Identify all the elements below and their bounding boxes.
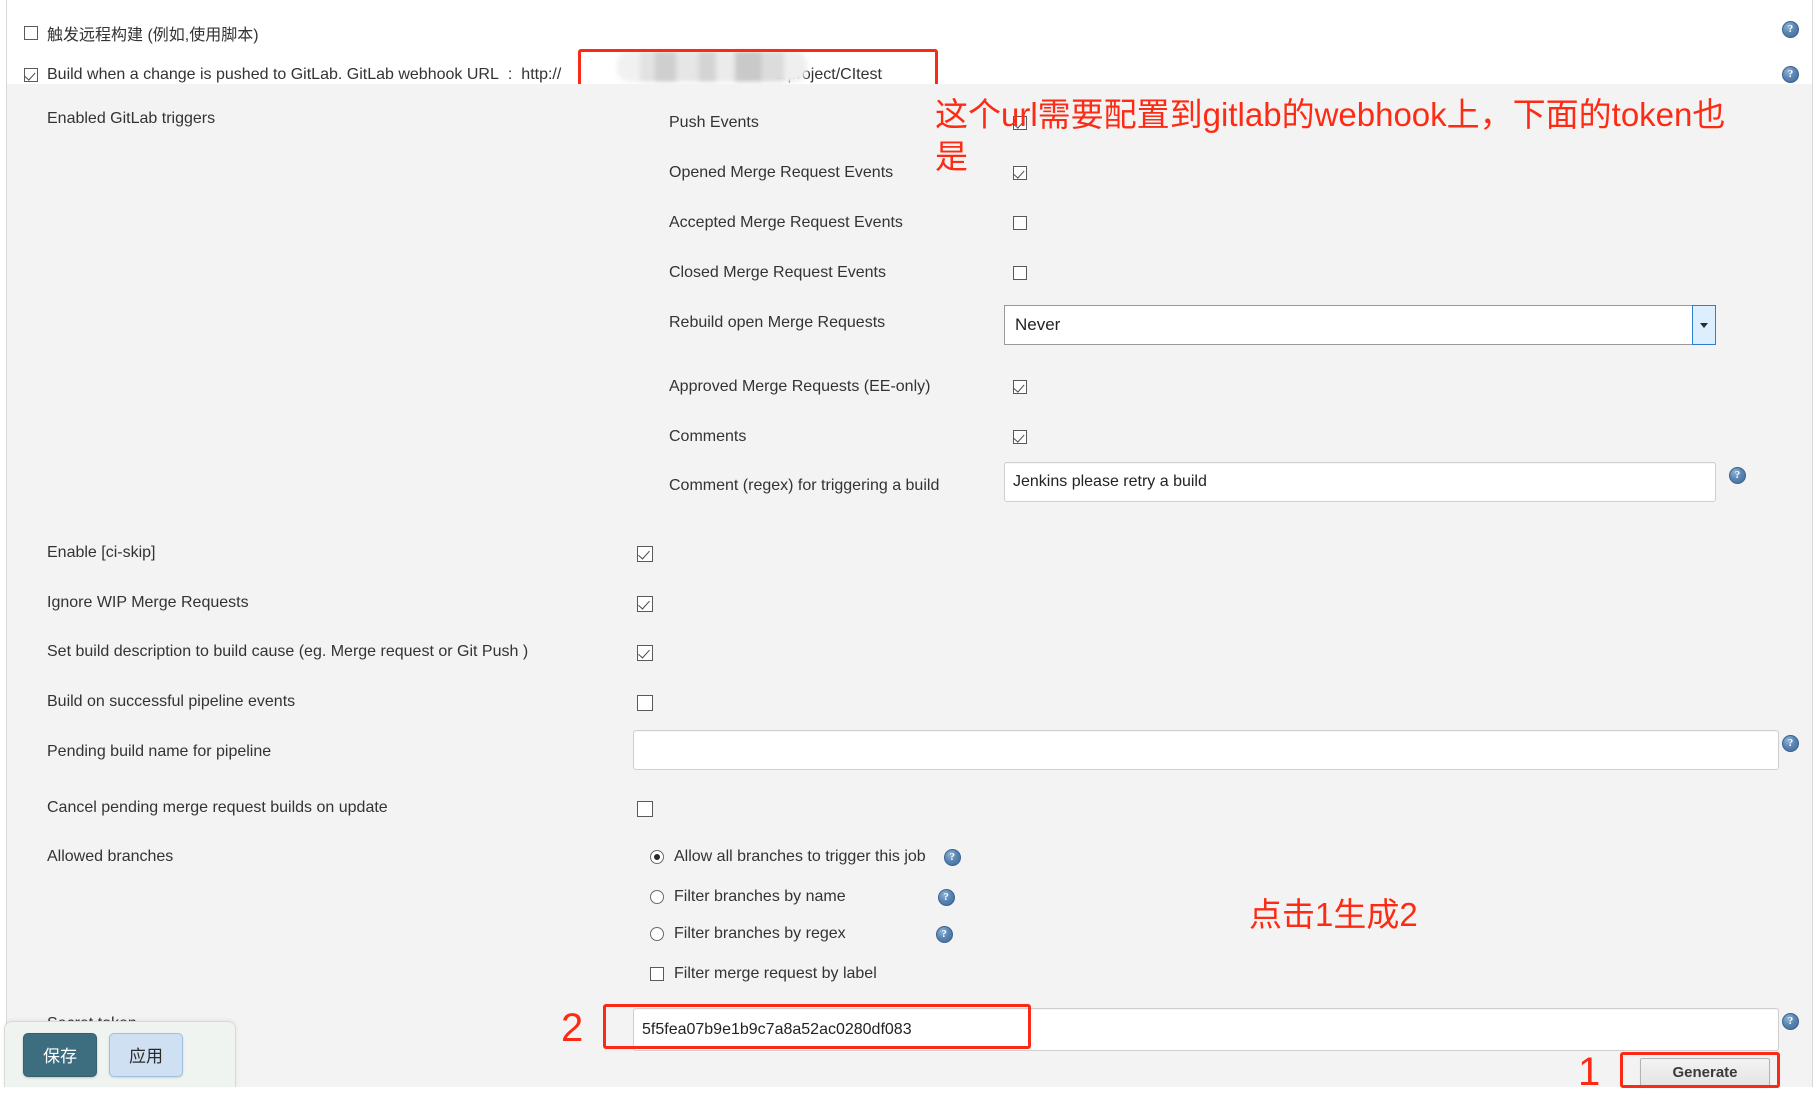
gitlab-push-trigger-checkbox[interactable] <box>24 68 38 82</box>
gitlab-push-trigger-label: Build when a change is pushed to GitLab.… <box>47 66 499 83</box>
cancel-pending-builds-label: Cancel pending merge request builds on u… <box>47 799 388 816</box>
remote-build-trigger-label: 触发远程构建 (例如,使用脚本) <box>47 27 259 44</box>
comment-regex-label: Comment (regex) for triggering a build <box>669 477 940 494</box>
generate-button-label: Generate <box>1672 1064 1738 1081</box>
enable-ci-skip-label: Enable [ci-skip] <box>47 544 156 561</box>
accepted-mr-events-label: Accepted Merge Request Events <box>669 214 903 231</box>
filter-branches-by-regex-radio[interactable] <box>650 927 664 941</box>
set-build-description-checkbox[interactable] <box>637 645 653 661</box>
opened-mr-events-label: Opened Merge Request Events <box>669 164 894 181</box>
help-icon-gitlab-push[interactable]: ? <box>1782 66 1799 83</box>
enable-ci-skip-checkbox[interactable] <box>637 546 653 562</box>
allow-all-branches-radio-row[interactable]: Allow all branches to trigger this job ? <box>650 848 961 866</box>
allowed-branches-label: Allowed branches <box>47 848 174 865</box>
filter-mr-by-label-checkbox[interactable] <box>650 967 664 981</box>
rebuild-open-mr-select[interactable]: Never <box>1004 305 1716 345</box>
comments-checkbox[interactable] <box>1013 430 1027 444</box>
ignore-wip-mr-label: Ignore WIP Merge Requests <box>47 594 249 611</box>
remote-build-trigger-row[interactable]: 触发远程构建 (例如,使用脚本) <box>24 21 259 45</box>
comments-label: Comments <box>669 428 747 445</box>
build-on-pipeline-events-checkbox[interactable] <box>637 695 653 711</box>
marker-1: 1 <box>1578 1050 1601 1094</box>
generate-button[interactable]: Generate <box>1640 1058 1770 1087</box>
help-icon-filter-branches-name[interactable]: ? <box>937 888 955 906</box>
comment-regex-input[interactable]: Jenkins please retry a build <box>1004 462 1716 502</box>
accepted-mr-events-checkbox[interactable] <box>1013 216 1027 230</box>
rebuild-open-mr-value: Never <box>1015 315 1061 334</box>
closed-mr-events-label: Closed Merge Request Events <box>669 264 886 281</box>
gitlab-webhook-url-scheme: http:// <box>521 66 562 83</box>
chevron-down-icon[interactable] <box>1692 306 1715 344</box>
opened-mr-events-checkbox[interactable] <box>1013 166 1027 180</box>
form-right-rail <box>1812 0 1813 1087</box>
marker-2: 2 <box>561 1006 584 1050</box>
filter-branches-by-name-radio[interactable] <box>650 890 664 904</box>
approved-mr-checkbox[interactable] <box>1013 380 1027 394</box>
apply-button-label: 应用 <box>129 1047 163 1066</box>
allow-all-branches-label: Allow all branches to trigger this job <box>674 848 926 865</box>
help-icon-filter-branches-regex[interactable]: ? <box>935 925 953 943</box>
filter-branches-by-name-label: Filter branches by name <box>674 888 846 905</box>
gitlab-webhook-colon: : <box>507 66 513 83</box>
help-icon-comment-regex[interactable]: ? <box>1729 467 1746 484</box>
form-action-bar: 保存 应用 <box>4 1021 236 1087</box>
secret-token-input[interactable]: 5f5fea07b9e1b9c7a8a52ac0280df083 <box>633 1008 1779 1051</box>
filter-mr-by-label-row[interactable]: Filter merge request by label <box>650 965 877 983</box>
remote-build-trigger-checkbox[interactable] <box>24 26 38 40</box>
webhook-url-annotation-line1: 这个url需要配置到gitlab的webhook上，下面的token也 <box>935 96 1726 133</box>
pending-build-name-input[interactable] <box>633 730 1779 770</box>
pending-build-name-label: Pending build name for pipeline <box>47 743 272 760</box>
help-icon-secret-token[interactable]: ? <box>1782 1013 1799 1030</box>
secret-token-value: 5f5fea07b9e1b9c7a8a52ac0280df083 <box>642 1020 912 1038</box>
generate-flow-annotation: 点击1生成2 <box>1249 896 1418 933</box>
allow-all-branches-radio[interactable] <box>650 850 664 864</box>
filter-mr-by-label-label: Filter merge request by label <box>674 965 877 982</box>
apply-button[interactable]: 应用 <box>109 1032 183 1077</box>
enabled-gitlab-triggers-label: Enabled GitLab triggers <box>47 110 216 127</box>
comment-regex-value: Jenkins please retry a build <box>1013 473 1207 490</box>
set-build-description-label: Set build description to build cause (eg… <box>47 643 529 660</box>
redacted-host-mosaic <box>617 51 807 82</box>
cancel-pending-builds-checkbox[interactable] <box>637 801 653 817</box>
save-button[interactable]: 保存 <box>23 1032 97 1077</box>
filter-branches-name-radio-row[interactable]: Filter branches by name ? <box>650 888 955 906</box>
webhook-url-annotation-line2: 是 <box>935 138 968 175</box>
approved-mr-label: Approved Merge Requests (EE-only) <box>669 378 931 395</box>
ignore-wip-mr-checkbox[interactable] <box>637 596 653 612</box>
help-icon-allow-all-branches[interactable]: ? <box>943 848 961 866</box>
build-on-pipeline-events-label: Build on successful pipeline events <box>47 693 296 710</box>
rebuild-open-mr-label: Rebuild open Merge Requests <box>669 314 886 331</box>
help-icon-remote-build[interactable]: ? <box>1782 21 1799 38</box>
help-icon-pending-build[interactable]: ? <box>1782 735 1799 752</box>
filter-branches-by-regex-label: Filter branches by regex <box>674 925 846 942</box>
closed-mr-events-checkbox[interactable] <box>1013 266 1027 280</box>
jenkins-gitlab-trigger-config: 触发远程构建 (例如,使用脚本) ? Build when a change i… <box>0 0 1820 1092</box>
push-events-label: Push Events <box>669 114 759 131</box>
filter-branches-regex-radio-row[interactable]: Filter branches by regex ? <box>650 925 953 943</box>
save-button-label: 保存 <box>43 1047 77 1066</box>
